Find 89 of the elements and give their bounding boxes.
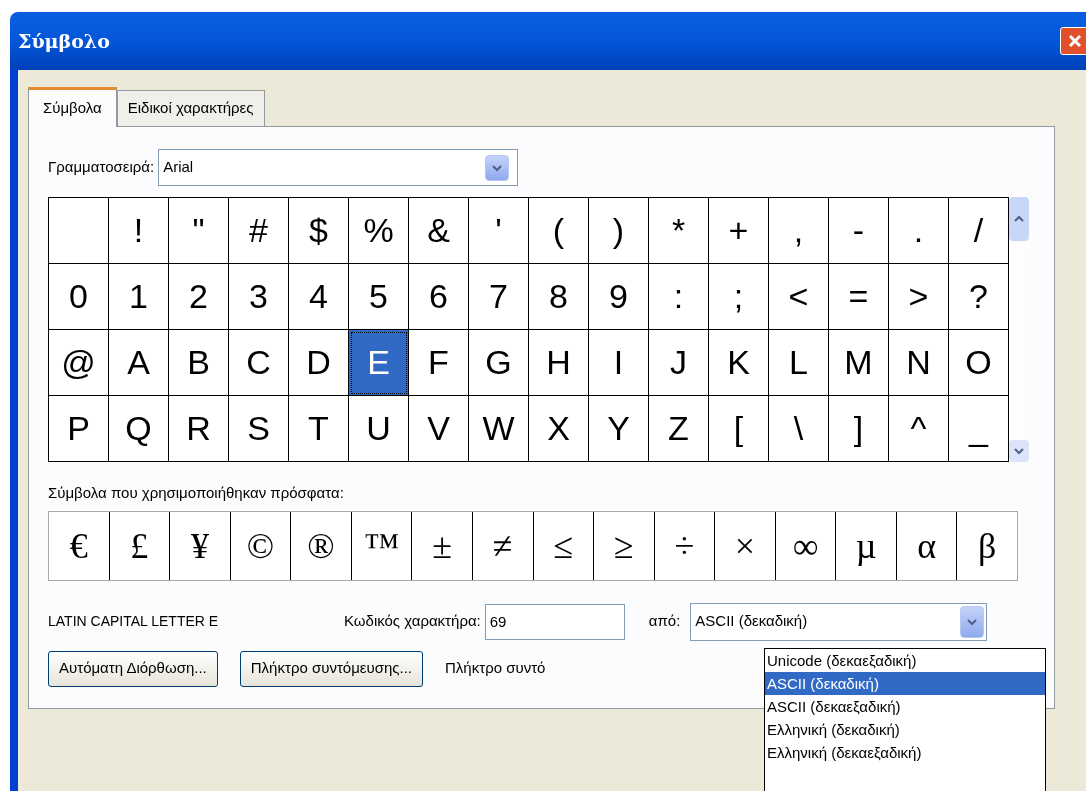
scrollbar[interactable] bbox=[1009, 197, 1031, 462]
action-button[interactable]: Αυτόματη Διόρθωση... bbox=[48, 650, 218, 687]
symbol-cell[interactable]: 6 bbox=[409, 264, 469, 330]
symbol-cell[interactable]: 0 bbox=[49, 264, 109, 330]
character-name: LATIN CAPITAL LETTER E bbox=[48, 612, 220, 631]
symbol-cell[interactable]: J bbox=[649, 330, 709, 396]
symbol-cell[interactable]: Q bbox=[109, 396, 169, 462]
dropdown-option[interactable]: ASCII (δεκαδική) bbox=[765, 672, 1045, 695]
symbol-cell[interactable]: + bbox=[709, 198, 769, 264]
symbol-cell[interactable]: & bbox=[409, 198, 469, 264]
symbol-cell[interactable]: G bbox=[469, 330, 529, 396]
from-label: από: bbox=[648, 611, 681, 632]
code-field[interactable]: 69 bbox=[484, 603, 625, 640]
symbol-cell[interactable]: 5 bbox=[349, 264, 409, 330]
symbol-cell[interactable]: ^ bbox=[889, 396, 949, 462]
symbol-cell[interactable]: ) bbox=[589, 198, 649, 264]
symbol-cell[interactable]: 7 bbox=[469, 264, 529, 330]
action-button[interactable]: Πλήκτρο συντόμευσης... bbox=[239, 650, 424, 687]
symbol-cell[interactable]: = bbox=[829, 264, 889, 330]
symbol-cell[interactable]: / bbox=[949, 198, 1009, 264]
symbol-cell[interactable]: : bbox=[649, 264, 709, 330]
symbol-cell[interactable]: ! bbox=[109, 198, 169, 264]
symbol-cell[interactable]: V bbox=[409, 396, 469, 462]
symbol-cell[interactable]: K bbox=[709, 330, 769, 396]
symbol-cell[interactable]: 9 bbox=[589, 264, 649, 330]
from-dropdown[interactable]: ASCII (δεκαδική) bbox=[690, 602, 988, 641]
symbol-cell[interactable]: A bbox=[109, 330, 169, 396]
symbol-cell[interactable]: " bbox=[169, 198, 229, 264]
dropdown-option[interactable]: Ελληνική (δεκαεξαδική) bbox=[765, 741, 1045, 764]
symbol-cell[interactable]: F bbox=[409, 330, 469, 396]
symbol-cell[interactable]: I bbox=[589, 330, 649, 396]
symbol-cell[interactable]: . bbox=[889, 198, 949, 264]
close-button[interactable] bbox=[1060, 27, 1086, 55]
tab[interactable]: Σύμβολα bbox=[28, 87, 117, 127]
symbol-cell[interactable]: ? bbox=[949, 264, 1009, 330]
symbol-cell[interactable]: W bbox=[469, 396, 529, 462]
symbol-cell[interactable]: P bbox=[49, 396, 109, 462]
symbol-cell[interactable]: Y bbox=[589, 396, 649, 462]
recent-symbol[interactable]: β bbox=[957, 511, 1017, 580]
symbol-cell[interactable]: - bbox=[829, 198, 889, 264]
symbol-cell[interactable]: O bbox=[949, 330, 1009, 396]
close-icon bbox=[1068, 34, 1082, 48]
font-label: Γραμματοσειρά: bbox=[48, 157, 155, 178]
symbol-cell[interactable]: R bbox=[169, 396, 229, 462]
symbol-cell[interactable] bbox=[49, 198, 109, 264]
shortcut-label: Πλήκτρο συντό bbox=[445, 658, 546, 679]
symbol-cell[interactable]: $ bbox=[289, 198, 349, 264]
symbol-cell[interactable]: S bbox=[229, 396, 289, 462]
symbol-cell[interactable]: @ bbox=[49, 330, 109, 396]
symbol-cell[interactable]: * bbox=[649, 198, 709, 264]
symbol-cell[interactable]: \ bbox=[769, 396, 829, 462]
dropdown-option[interactable]: Unicode (δεκαεξαδική) bbox=[765, 649, 1045, 672]
dropdown-option[interactable]: Ελληνική (δεκαδική) bbox=[765, 718, 1045, 741]
symbol-cell[interactable]: < bbox=[769, 264, 829, 330]
tab[interactable]: Ειδικοί χαρακτήρες bbox=[116, 90, 265, 126]
symbol-cell[interactable]: D bbox=[289, 330, 349, 396]
symbol-cell[interactable]: L bbox=[769, 330, 829, 396]
symbol-cell[interactable]: _ bbox=[949, 396, 1009, 462]
symbol-cell[interactable]: ( bbox=[529, 198, 589, 264]
symbol-cell[interactable]: N bbox=[889, 330, 949, 396]
symbol-cell[interactable]: 1 bbox=[109, 264, 169, 330]
symbol-cell[interactable]: # bbox=[229, 198, 289, 264]
symbol-cell[interactable]: 3 bbox=[229, 264, 289, 330]
symbol-cell[interactable]: M bbox=[829, 330, 889, 396]
symbol-cell[interactable]: Z bbox=[649, 396, 709, 462]
window-title: Σύμβολο bbox=[18, 28, 110, 54]
code-label: Κωδικός χαρακτήρα: bbox=[344, 611, 481, 632]
symbol-cell[interactable]: E bbox=[349, 330, 409, 396]
symbol-cell[interactable]: X bbox=[529, 396, 589, 462]
symbol-cell[interactable]: C bbox=[229, 330, 289, 396]
font-dropdown[interactable]: Arial bbox=[158, 149, 519, 186]
recent-label: Σύμβολα που χρησιμοποιήθηκαν πρόσφατα: bbox=[48, 483, 345, 503]
symbol-cell[interactable]: U bbox=[349, 396, 409, 462]
dropdown-option[interactable]: ASCII (δεκαεξαδική) bbox=[765, 695, 1045, 718]
symbol-cell[interactable]: T bbox=[289, 396, 349, 462]
symbol-cell[interactable]: 2 bbox=[169, 264, 229, 330]
symbol-cell[interactable]: , bbox=[769, 198, 829, 264]
symbol-cell[interactable]: B bbox=[169, 330, 229, 396]
scroll-down-icon[interactable] bbox=[1009, 440, 1029, 462]
scroll-up-icon[interactable] bbox=[1009, 197, 1029, 241]
symbol-cell[interactable]: H bbox=[529, 330, 589, 396]
symbol-cell[interactable]: % bbox=[349, 198, 409, 264]
symbol-cell[interactable]: [ bbox=[709, 396, 769, 462]
symbol-cell[interactable]: ] bbox=[829, 396, 889, 462]
symbol-cell[interactable]: ; bbox=[709, 264, 769, 330]
symbol-cell[interactable]: 8 bbox=[529, 264, 589, 330]
symbol-cell[interactable]: ' bbox=[469, 198, 529, 264]
symbol-cell[interactable]: 4 bbox=[289, 264, 349, 330]
symbol-cell[interactable]: > bbox=[889, 264, 949, 330]
